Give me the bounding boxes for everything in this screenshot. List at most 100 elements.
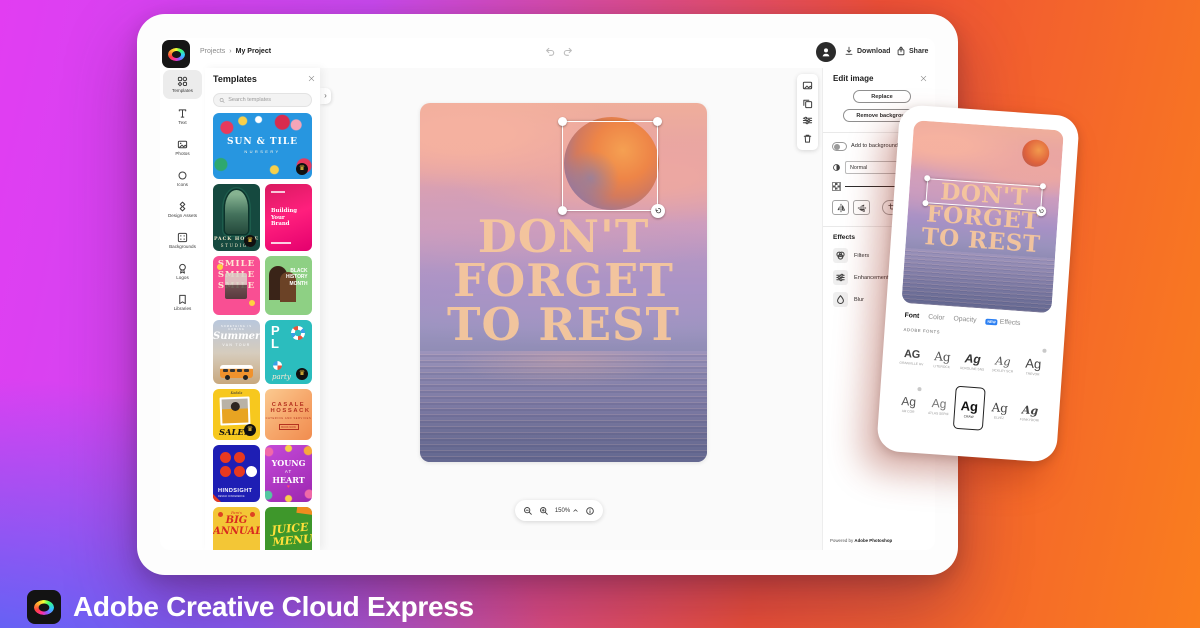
font-option[interactable]: AgFUNKYDORI bbox=[1013, 390, 1046, 435]
close-icon bbox=[920, 75, 927, 82]
template-card-casale-hossack[interactable]: CASALE HOSSACK CATERING AND SERVICES BOO… bbox=[265, 389, 312, 440]
template-card-big-annual[interactable]: Pam's BIG ANNUAL bbox=[213, 507, 260, 550]
sidebar-item-backgrounds[interactable]: Backgrounds bbox=[163, 226, 202, 255]
flip-horizontal-button[interactable] bbox=[832, 200, 849, 215]
font-option[interactable]: AgACROLINE SNS bbox=[956, 339, 989, 384]
premium-dot-badge bbox=[1042, 349, 1046, 353]
rotate-handle[interactable] bbox=[651, 204, 665, 218]
tab-font[interactable]: Font bbox=[904, 312, 919, 320]
redo-icon bbox=[562, 46, 574, 58]
filters-icon bbox=[835, 250, 846, 261]
flip-vertical-button[interactable] bbox=[853, 200, 870, 215]
toolbar-adjust-button[interactable] bbox=[802, 115, 813, 126]
template-card-building-brand[interactable]: Building Your Brand bbox=[265, 184, 312, 251]
template-card-sale[interactable]: Kadala SALE: ♛ bbox=[213, 389, 260, 440]
artwork-ocean bbox=[420, 351, 707, 462]
toolbar-image-button[interactable] bbox=[802, 80, 813, 91]
font-option-selected[interactable]: AgCRAW bbox=[953, 386, 986, 431]
effect-filters-row[interactable]: Filters bbox=[833, 248, 869, 263]
panel-collapse-button[interactable]: › bbox=[320, 88, 331, 104]
sidebar-item-design-assets[interactable]: Design Assets bbox=[163, 195, 202, 224]
templates-icon bbox=[177, 76, 188, 87]
image-icon bbox=[802, 80, 813, 91]
zoom-level-select[interactable]: 150% bbox=[555, 507, 579, 514]
template-card-sun-tile[interactable]: SUN & TILE NURSERY ♛ bbox=[213, 113, 312, 179]
templates-panel-close-button[interactable] bbox=[308, 75, 315, 82]
download-button[interactable]: Download bbox=[844, 46, 890, 56]
zoom-out-button[interactable] bbox=[523, 506, 533, 516]
sidebar-item-logos[interactable]: Logos bbox=[163, 257, 202, 286]
add-to-background-label: Add to background bbox=[851, 143, 898, 149]
sidebar-item-text[interactable]: Text bbox=[163, 102, 202, 131]
share-label: Share bbox=[909, 48, 928, 55]
flip-vertical-icon bbox=[857, 203, 867, 213]
add-to-background-row: Add to background bbox=[832, 142, 898, 151]
effect-enhancements-row[interactable]: Enhancements bbox=[833, 270, 891, 285]
font-option[interactable]: AgATLAS SERIF bbox=[922, 384, 955, 429]
zoom-out-icon bbox=[523, 506, 533, 516]
font-option[interactable]: AgBICKLEY SCR bbox=[986, 341, 1019, 386]
premium-crown-badge: ♛ bbox=[244, 235, 256, 247]
user-avatar[interactable] bbox=[816, 42, 836, 62]
font-option[interactable]: AgAR COR bbox=[892, 381, 925, 426]
tab-color[interactable]: Color bbox=[928, 314, 945, 322]
selection-handle-tl[interactable] bbox=[558, 117, 567, 126]
sidebar-item-photos[interactable]: Photos bbox=[163, 133, 202, 162]
blur-icon bbox=[835, 294, 846, 305]
share-button[interactable]: Share bbox=[896, 46, 928, 56]
phone-sun-orb[interactable] bbox=[1021, 139, 1050, 168]
undo-button[interactable] bbox=[544, 46, 556, 58]
logos-icon bbox=[177, 263, 188, 274]
canvas-artwork[interactable]: DON'T FORGET TO REST bbox=[420, 103, 707, 462]
van-illustration bbox=[220, 365, 253, 378]
marketing-background: Projects › My Project Download Share bbox=[0, 0, 1200, 628]
effects-section-title: Effects bbox=[833, 234, 855, 241]
creative-cloud-logo[interactable] bbox=[162, 40, 190, 68]
editor-screen: Projects › My Project Download Share bbox=[160, 38, 935, 550]
effect-blur-row[interactable]: Blur bbox=[833, 292, 864, 307]
sidebar-item-templates[interactable]: Templates bbox=[163, 70, 202, 99]
phone-canvas-artwork[interactable]: DON'T FORGET TO REST bbox=[901, 120, 1063, 313]
sidebar-item-icons[interactable]: Icons bbox=[163, 164, 202, 193]
template-card-smile[interactable]: SMILE SMILE SMILE bbox=[213, 256, 260, 315]
sliders-icon bbox=[802, 115, 813, 126]
chevron-up-icon bbox=[572, 507, 579, 514]
icons-icon bbox=[177, 170, 188, 181]
font-option[interactable]: AgELVEZ bbox=[983, 388, 1016, 433]
template-card-summer[interactable]: SOMETHING IS COMING Summer VAN TOUR bbox=[213, 320, 260, 384]
font-option[interactable]: AgTREVOR bbox=[1017, 343, 1050, 388]
selection-handle-bl[interactable] bbox=[558, 206, 567, 215]
zoom-in-button[interactable] bbox=[539, 506, 549, 516]
selection-box[interactable] bbox=[562, 121, 658, 211]
font-option[interactable]: AgLITEROCK bbox=[926, 337, 959, 382]
template-card-hindsight[interactable]: HINDSIGHT DESIGN CONFERENCE bbox=[213, 445, 260, 502]
template-card-juice-menu[interactable]: JUICE MENU bbox=[265, 507, 312, 550]
breadcrumb-projects[interactable]: Projects bbox=[200, 48, 225, 55]
artwork-headline[interactable]: DON'T FORGET TO REST bbox=[420, 215, 707, 347]
template-card-black-history-month[interactable]: BLACK HISTORY MONTH bbox=[265, 256, 312, 315]
toolbar-delete-button[interactable] bbox=[802, 133, 813, 144]
template-card-young-at-heart[interactable]: YOUNG AT HEART ♥ bbox=[265, 445, 312, 502]
edit-panel-close-button[interactable] bbox=[920, 75, 927, 82]
sidebar-item-libraries[interactable]: Libraries bbox=[163, 288, 202, 317]
toolbar-duplicate-button[interactable] bbox=[802, 98, 813, 109]
template-card-pack-house[interactable]: PACK HOUSE STUDIOS ♛ bbox=[213, 184, 260, 251]
zoom-toolbar: 150% bbox=[515, 500, 603, 521]
premium-dot-badge bbox=[918, 387, 922, 391]
search-input[interactable] bbox=[228, 97, 306, 103]
opacity-icon bbox=[832, 182, 841, 191]
template-card-pool-party[interactable]: PL party ♛ bbox=[265, 320, 312, 384]
tab-opacity[interactable]: Opacity bbox=[953, 315, 976, 324]
redo-button[interactable] bbox=[562, 46, 574, 58]
tab-effects[interactable]: NEWEffects bbox=[985, 318, 1020, 327]
libraries-icon bbox=[177, 294, 188, 305]
template-search[interactable] bbox=[213, 93, 312, 107]
download-label: Download bbox=[857, 48, 890, 55]
add-to-background-toggle[interactable] bbox=[832, 142, 847, 151]
breadcrumb: Projects › My Project bbox=[200, 48, 271, 55]
canvas-info-button[interactable] bbox=[585, 506, 595, 516]
pool-float-illustration bbox=[291, 326, 305, 340]
font-option[interactable]: AGGRANVILLE HV bbox=[895, 335, 928, 380]
selection-handle-tr[interactable] bbox=[653, 117, 662, 126]
replace-button[interactable]: Replace bbox=[853, 90, 911, 103]
